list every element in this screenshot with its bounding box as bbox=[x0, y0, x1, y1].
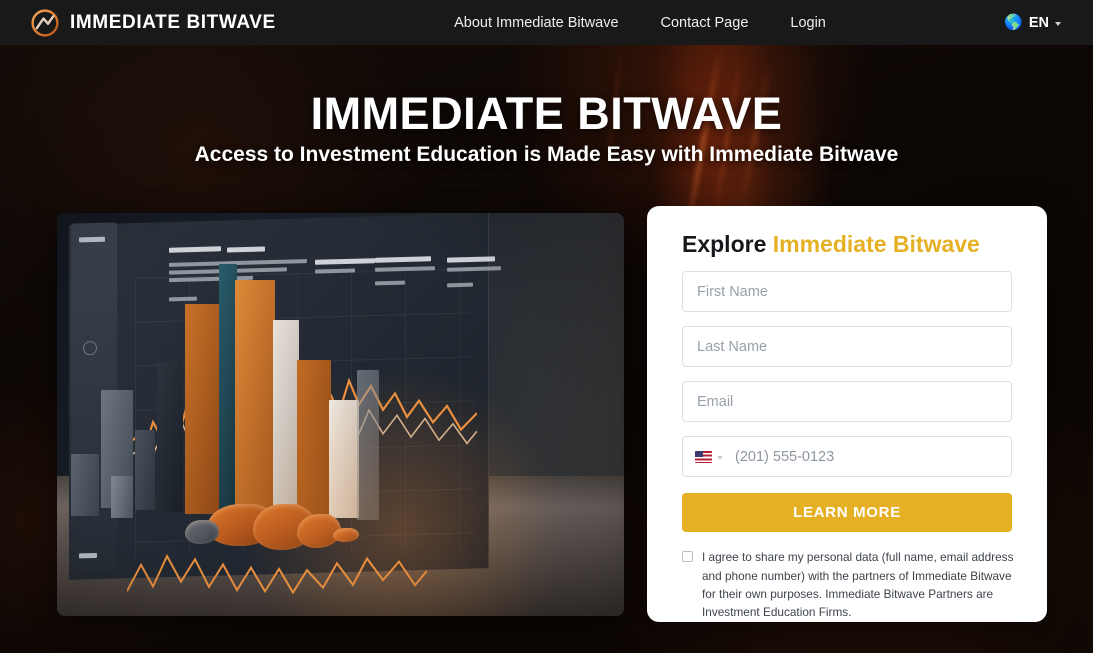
chevron-down-icon bbox=[1054, 21, 1061, 26]
language-selector[interactable]: 🌎 EN bbox=[1004, 15, 1061, 31]
consent-checkbox[interactable] bbox=[682, 551, 693, 563]
globe-icon: 🌎 bbox=[1004, 14, 1023, 31]
hero-label bbox=[169, 296, 197, 302]
nav-item-about[interactable]: About Immediate Bitwave bbox=[454, 15, 618, 31]
learn-more-button[interactable]: LEARN MORE bbox=[682, 493, 1012, 533]
phone-input[interactable] bbox=[731, 437, 1011, 477]
last-name-input[interactable] bbox=[682, 326, 1012, 368]
page-root: IMMEDIATE BITWAVE About Immediate Bitwav… bbox=[0, 0, 1093, 653]
consent-text: I agree to share my personal data (full … bbox=[702, 550, 1014, 620]
first-name-input[interactable] bbox=[682, 271, 1012, 313]
hero-bar bbox=[185, 304, 219, 514]
main-navigation: About Immediate Bitwave Contact Page Log… bbox=[454, 15, 826, 31]
hero-bar bbox=[71, 454, 99, 516]
chevron-down-icon bbox=[717, 455, 723, 460]
hero-bar bbox=[357, 370, 379, 520]
hero-label bbox=[375, 280, 405, 286]
hero-illustration bbox=[57, 213, 624, 616]
signup-form-card: Explore Immediate Bitwave LEARN MORE I a… bbox=[647, 206, 1047, 622]
hero-bar bbox=[297, 360, 331, 518]
hero-bar bbox=[157, 362, 183, 512]
brand-name: IMMEDIATE BITWAVE bbox=[70, 11, 276, 33]
hero-label bbox=[447, 282, 473, 288]
country-code-selector[interactable] bbox=[683, 450, 731, 463]
hero-bar bbox=[111, 476, 133, 518]
form-title-part2: Immediate Bitwave bbox=[772, 231, 980, 257]
page-title: IMMEDIATE BITWAVE bbox=[310, 88, 783, 139]
page-subtitle: Access to Investment Education is Made E… bbox=[194, 143, 899, 166]
hero-bar bbox=[329, 400, 359, 518]
email-input[interactable] bbox=[682, 381, 1012, 423]
phone-field-group bbox=[682, 436, 1012, 478]
brand-logo[interactable]: IMMEDIATE BITWAVE bbox=[30, 8, 276, 38]
hero-bar bbox=[273, 320, 299, 516]
consent-row: I agree to share my personal data (full … bbox=[682, 548, 1014, 621]
site-header: IMMEDIATE BITWAVE About Immediate Bitwav… bbox=[0, 0, 1093, 45]
nav-item-login[interactable]: Login bbox=[790, 15, 825, 31]
form-title-part1: Explore bbox=[682, 231, 773, 257]
hero-bar bbox=[235, 280, 275, 516]
hero-bar bbox=[135, 430, 155, 510]
language-code: EN bbox=[1028, 14, 1049, 31]
us-flag-icon bbox=[695, 450, 712, 463]
form-title: Explore Immediate Bitwave bbox=[682, 231, 1012, 257]
circular-wave-mountain-logo-icon bbox=[31, 8, 59, 37]
hero-label bbox=[227, 246, 265, 253]
nav-item-contact[interactable]: Contact Page bbox=[661, 15, 749, 31]
